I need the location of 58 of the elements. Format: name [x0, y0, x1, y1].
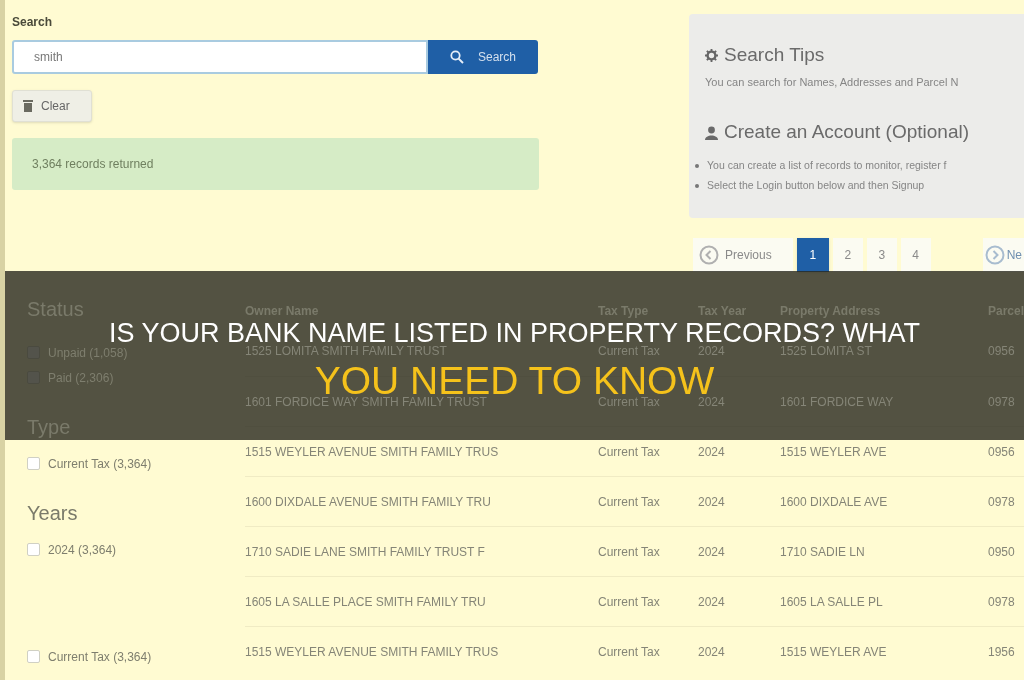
page-link[interactable]: 2 [832, 238, 863, 272]
table-cell: Current Tax [597, 494, 660, 509]
table-cell: 0978 [987, 494, 1015, 509]
filter-option[interactable]: Current Tax (3,364) [48, 649, 152, 664]
search-label: Search [12, 14, 53, 30]
table-cell: 1605 LA SALLE PL [779, 594, 883, 609]
list-item-text: You can create a list of records to monitor, register f [707, 157, 947, 173]
table-cell: 1515 WEYLER AVE [779, 444, 887, 459]
trash-icon [23, 100, 33, 112]
table-cell: 1600 DIXDALE AVE [779, 494, 888, 509]
table-cell: 2024 [697, 544, 725, 559]
page-link[interactable]: 3 [866, 238, 897, 272]
filter-option[interactable]: 2024 (3,364) [48, 542, 117, 557]
page-link[interactable]: 4 [900, 238, 931, 272]
bullet-icon [695, 163, 699, 168]
table-cell: 1605 LA SALLE PLACE SMITH FAMILY TRU [244, 594, 486, 609]
gear-icon [705, 48, 718, 62]
clear-button[interactable]: Clear [12, 90, 92, 122]
list-item-text: Select the Login button below and then Signup [707, 177, 925, 193]
checkbox[interactable] [27, 457, 40, 470]
user-icon [705, 125, 718, 140]
panel-heading: Search Tips [724, 42, 825, 67]
table-cell: 1515 WEYLER AVENUE SMITH FAMILY TRUS [244, 644, 499, 659]
chevron-right-circle-icon [984, 245, 1005, 265]
table-cell: 2024 [697, 444, 725, 459]
banner-subtitle: YOU NEED TO KNOW [314, 366, 715, 396]
search-field[interactable]: smith [12, 40, 428, 74]
bullet-icon [695, 183, 699, 188]
tip-text: You can search for Names, Addresses and Parcel N [705, 75, 959, 90]
table-cell: 0950 [987, 544, 1015, 559]
next-button[interactable]: Ne [982, 238, 1024, 272]
checkbox[interactable] [27, 543, 40, 556]
page-link[interactable]: 1 [796, 238, 829, 272]
chevron-left-circle-icon [699, 245, 719, 265]
table-cell: 1515 WEYLER AVE [779, 644, 887, 659]
previous-button[interactable]: Previous [693, 238, 793, 272]
search-button[interactable]: Search [428, 40, 538, 74]
filter-option[interactable]: Current Tax (3,364) [48, 456, 152, 471]
result-message: 3,364 records returned [32, 156, 154, 173]
table-cell: 0956 [987, 444, 1015, 459]
search-icon [450, 50, 464, 64]
banner-title: IS YOUR BANK NAME LISTED IN PROPERTY RECORDS? WHAT [108, 322, 921, 344]
table-cell: Current Tax [597, 594, 660, 609]
table-cell: 1710 SADIE LN [779, 544, 865, 559]
table-cell: Current Tax [597, 444, 660, 459]
checkbox[interactable] [27, 650, 40, 663]
table-cell: 2024 [697, 494, 725, 509]
table-cell: Current Tax [597, 644, 660, 659]
table-cell: 0978 [987, 594, 1015, 609]
table-cell: 1710 SADIE LANE SMITH FAMILY TRUST F [244, 544, 485, 559]
table-cell: 1600 DIXDALE AVENUE SMITH FAMILY TRU [244, 494, 491, 509]
table-cell: 2024 [697, 644, 725, 659]
table-cell: 2024 [697, 594, 725, 609]
table-cell: 1956 [987, 644, 1015, 659]
panel-heading: Create an Account (Optional) [724, 120, 970, 145]
filter-heading: Years [27, 501, 78, 526]
table-cell: 1515 WEYLER AVENUE SMITH FAMILY TRUS [244, 444, 499, 459]
table-cell: Current Tax [597, 544, 660, 559]
